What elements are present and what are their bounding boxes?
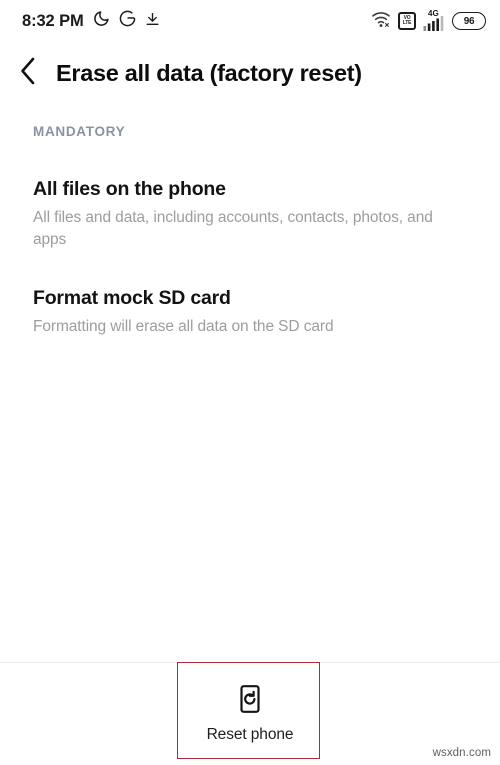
reset-phone-label: Reset phone bbox=[206, 726, 294, 743]
app-bar: Erase all data (factory reset) bbox=[0, 46, 500, 100]
battery-level-label: 96 bbox=[463, 15, 475, 27]
do-not-disturb-moon-icon bbox=[93, 10, 110, 32]
list-item-title: Format mock SD card bbox=[33, 287, 231, 309]
bottom-action-bar: Reset phone bbox=[0, 663, 500, 765]
battery-indicator: 96 bbox=[452, 12, 486, 30]
chevron-left-icon bbox=[17, 56, 39, 91]
reset-phone-button[interactable]: Reset phone bbox=[187, 678, 314, 750]
cellular-signal-icon: 4G bbox=[423, 8, 445, 32]
google-g-icon bbox=[119, 10, 136, 32]
wifi-icon bbox=[371, 10, 391, 33]
list-item-subtitle: Formatting will erase all data on the SD… bbox=[33, 318, 334, 335]
network-type-label: 4G bbox=[428, 8, 439, 18]
status-bar-right: VO LTE 4G 96 bbox=[371, 8, 486, 33]
volte-icon: VO LTE bbox=[398, 12, 416, 30]
volte-line-2: LTE bbox=[402, 20, 412, 26]
phone-reset-icon bbox=[237, 684, 263, 717]
list-item[interactable]: All files on the phone All files and dat… bbox=[0, 178, 500, 251]
status-bar-left: 8:32 PM bbox=[22, 10, 160, 32]
list-item[interactable]: Format mock SD card Formatting will eras… bbox=[0, 287, 500, 338]
list-item-subtitle: All files and data, including accounts, … bbox=[33, 209, 433, 248]
download-icon bbox=[145, 11, 160, 32]
section-header-mandatory: MANDATORY bbox=[33, 124, 126, 139]
settings-list: All files on the phone All files and dat… bbox=[0, 178, 500, 374]
watermark: wsxdn.com bbox=[432, 747, 491, 759]
page-title: Erase all data (factory reset) bbox=[56, 59, 362, 86]
status-bar: 8:32 PM VO LTE 4G 96 bbox=[0, 0, 500, 42]
back-button[interactable] bbox=[0, 46, 56, 100]
status-clock: 8:32 PM bbox=[22, 11, 84, 30]
phone-screen: 8:32 PM VO LTE 4G 96 Erase all data (fac… bbox=[0, 0, 500, 765]
list-item-title: All files on the phone bbox=[33, 178, 226, 200]
